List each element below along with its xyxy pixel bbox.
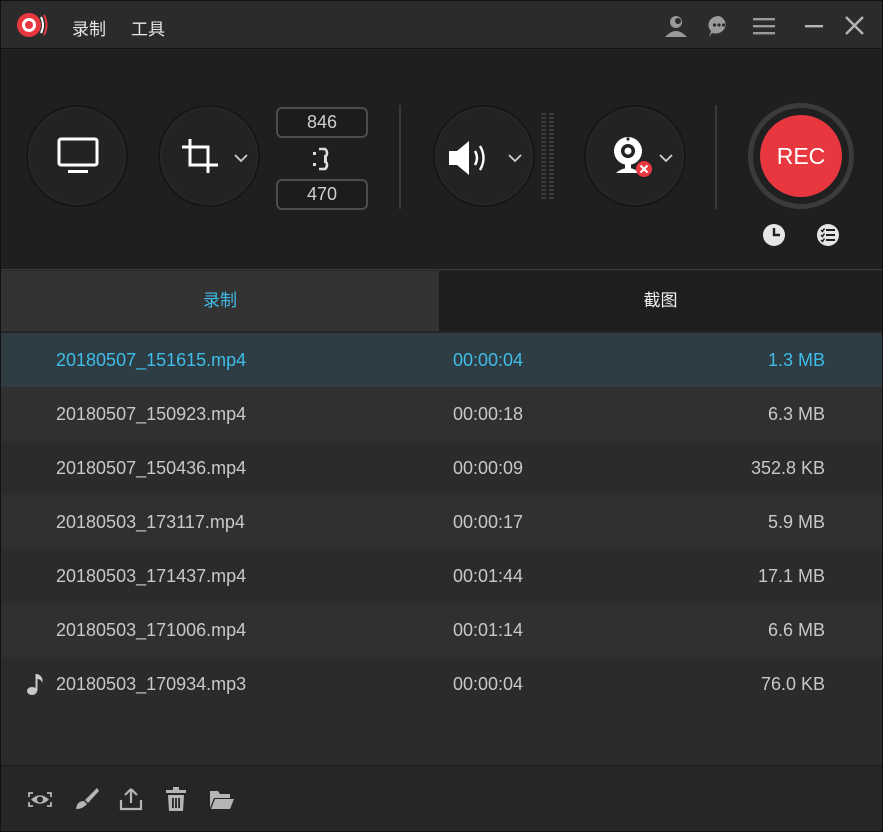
clock-icon[interactable] <box>761 222 787 248</box>
control-panel: 846 470 REC <box>1 50 882 270</box>
file-size: 6.3 MB <box>767 404 825 424</box>
divider <box>399 105 401 209</box>
chevron-down-icon <box>234 154 248 163</box>
file-size: 5.9 MB <box>767 512 825 532</box>
file-duration: 00:00:04 <box>453 350 524 370</box>
screen-mode-button[interactable] <box>26 105 128 207</box>
file-duration: 00:00:04 <box>453 674 524 694</box>
file-row[interactable]: 20180503_170934.mp3 00:00:04 76.0 KB <box>1 657 882 711</box>
tab-bar: 录制 截图 <box>1 271 882 331</box>
minimize-icon[interactable] <box>802 13 828 39</box>
folder-icon[interactable] <box>208 786 234 812</box>
user-icon[interactable] <box>663 13 689 39</box>
file-duration: 00:00:09 <box>453 458 524 478</box>
file-row[interactable]: 20180507_150923.mp4 00:00:18 6.3 MB <box>1 387 882 441</box>
brush-icon[interactable] <box>73 786 99 812</box>
webcam-icon <box>614 137 652 177</box>
file-duration: 00:01:44 <box>453 566 524 586</box>
file-duration: 00:00:18 <box>453 404 524 424</box>
hamburger-menu-icon[interactable] <box>751 13 777 39</box>
file-size: 1.3 MB <box>767 350 825 370</box>
chat-icon[interactable] <box>706 13 732 39</box>
file-size: 6.6 MB <box>767 620 825 640</box>
file-row[interactable]: 20180503_171006.mp4 00:01:14 6.6 MB <box>1 603 882 657</box>
app-logo-icon <box>17 13 48 37</box>
trash-icon[interactable] <box>163 786 189 812</box>
file-name: 20180503_170934.mp3 <box>56 674 247 694</box>
file-name: 20180503_171006.mp4 <box>56 620 247 640</box>
file-name: 20180503_171437.mp4 <box>56 566 247 586</box>
close-icon[interactable] <box>842 13 868 39</box>
file-name: 20180507_150436.mp4 <box>56 458 247 478</box>
file-row[interactable]: 20180503_173117.mp4 00:00:17 5.9 MB <box>1 495 882 549</box>
file-name: 20180507_151615.mp4 <box>56 350 247 370</box>
title-bar: 录制 工具 <box>1 1 882 49</box>
menu-record[interactable]: 录制 <box>72 15 106 40</box>
monitor-icon <box>57 137 99 173</box>
speaker-icon <box>449 141 485 175</box>
tab-record[interactable]: 录制 <box>1 271 439 331</box>
file-row[interactable]: 20180507_150436.mp4 00:00:09 352.8 KB <box>1 441 882 495</box>
file-row[interactable]: 20180507_151615.mp4 00:00:04 1.3 MB <box>1 333 882 387</box>
chevron-down-icon <box>659 154 673 163</box>
file-duration: 00:00:17 <box>453 512 524 532</box>
system-audio-button[interactable] <box>433 105 535 207</box>
crop-icon <box>182 139 218 173</box>
file-name: 20180507_150923.mp4 <box>56 404 247 424</box>
file-row[interactable]: 20180503_171437.mp4 00:01:44 17.1 MB <box>1 549 882 603</box>
file-size: 17.1 MB <box>757 566 825 586</box>
bottom-toolbar <box>1 765 882 831</box>
share-icon[interactable] <box>118 786 144 812</box>
webcam-button[interactable] <box>584 105 686 207</box>
divider <box>715 105 717 209</box>
task-list-icon[interactable] <box>815 222 841 248</box>
file-size: 352.8 KB <box>750 458 825 478</box>
file-duration: 00:01:14 <box>453 620 524 640</box>
tab-screenshot[interactable]: 截图 <box>439 271 882 331</box>
file-list: 20180507_151615.mp4 00:00:04 1.3 MB 2018050… <box>1 333 882 765</box>
link-icon[interactable] <box>309 143 335 175</box>
width-field[interactable]: 846 <box>276 107 368 138</box>
menu-tools[interactable]: 工具 <box>131 15 165 40</box>
rec-button[interactable]: REC <box>760 115 842 197</box>
volume-meter <box>541 113 554 199</box>
height-field[interactable]: 470 <box>276 179 368 210</box>
file-name: 20180503_173117.mp4 <box>56 512 245 532</box>
app-window: 录制 工具 846 470 REC 录制 截图 20180507_151615.… <box>0 0 883 832</box>
region-select-button[interactable] <box>158 105 260 207</box>
file-size: 76.0 KB <box>760 674 825 694</box>
chevron-down-icon <box>508 154 522 163</box>
music-note-icon <box>27 674 43 695</box>
eye-icon[interactable] <box>27 786 53 812</box>
